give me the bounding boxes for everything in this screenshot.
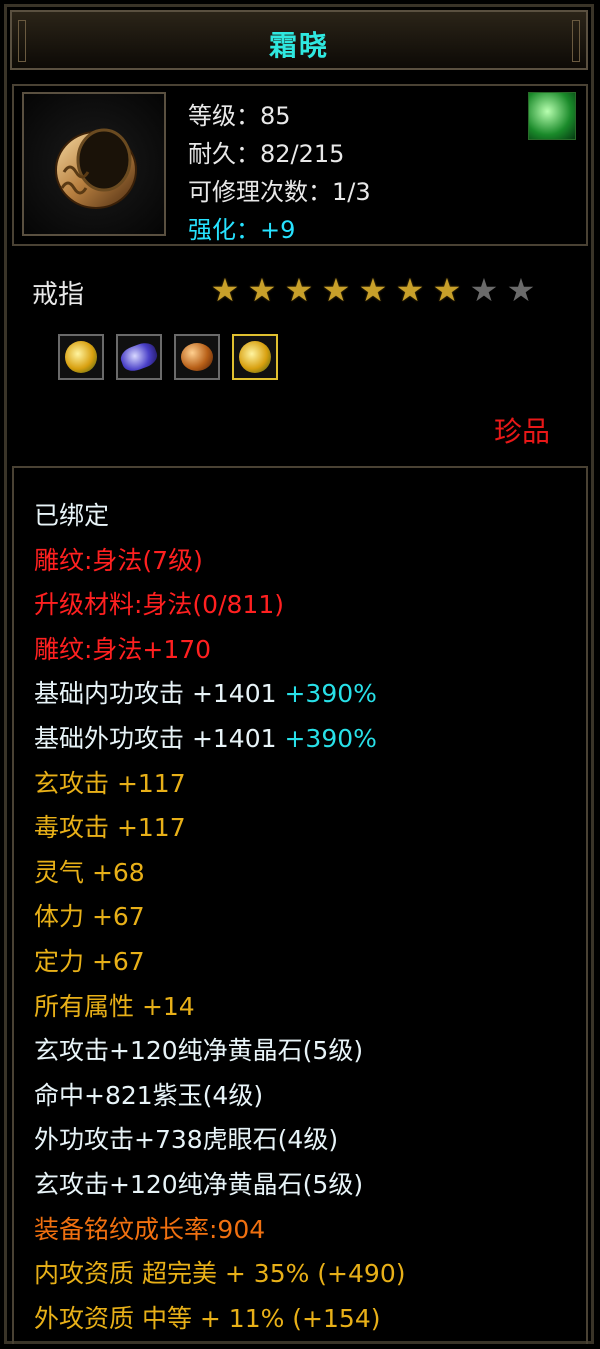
attribute-text: 装备铭纹成长率:904 bbox=[34, 1214, 266, 1244]
attribute-bonus: +390% bbox=[284, 723, 377, 753]
green-gem-icon bbox=[528, 92, 576, 140]
yellow-crystal-gem-icon bbox=[239, 341, 271, 373]
gem-socket[interactable] bbox=[116, 334, 162, 380]
item-name: 霜晓 bbox=[268, 29, 329, 62]
star-rating: ★ ★ ★ ★ ★ ★ ★ ★ ★ bbox=[207, 272, 539, 308]
attribute-line: 定力 +67 bbox=[34, 940, 405, 985]
attribute-text: 升级材料:身法(0/811) bbox=[34, 590, 284, 620]
attribute-text: 玄攻击 +117 bbox=[34, 768, 186, 798]
tiger-eye-gem-icon bbox=[181, 343, 213, 371]
attribute-bonus: +390% bbox=[284, 679, 377, 709]
attribute-line: 外攻资质 中等 + 11% (+154) bbox=[34, 1297, 405, 1342]
attribute-line: 基础外功攻击 +1401 +390% bbox=[34, 717, 405, 762]
attribute-line: 已绑定 bbox=[34, 494, 405, 539]
attribute-text: 外功攻击+738虎眼石(4级) bbox=[34, 1125, 339, 1155]
attribute-line: 装备铭纹成长率:904 bbox=[34, 1208, 405, 1253]
attribute-text: 体力 +67 bbox=[34, 902, 145, 932]
attribute-text: 雕纹:身法(7级) bbox=[34, 545, 203, 575]
rarity-label: 珍品 bbox=[493, 415, 550, 448]
star-filled-icon: ★ bbox=[321, 271, 351, 309]
attribute-line: 命中+821紫玉(4级) bbox=[34, 1074, 405, 1119]
item-type: 戒指 bbox=[32, 280, 85, 310]
attribute-list: 已绑定雕纹:身法(7级) 升级材料:身法(0/811) 雕纹:身法+170 基础内功攻… bbox=[34, 494, 405, 1341]
star-filled-icon: ★ bbox=[358, 271, 388, 309]
star-empty-icon: ★ bbox=[469, 271, 499, 309]
attribute-line: 内攻资质 超完美 + 35% (+490) bbox=[34, 1252, 405, 1297]
attribute-text: 内攻资质 超完美 + 35% (+490) bbox=[34, 1259, 406, 1289]
gem-socket[interactable] bbox=[174, 334, 220, 380]
attribute-line: 灵气 +68 bbox=[34, 851, 405, 896]
star-empty-icon: ★ bbox=[506, 271, 536, 309]
attribute-line: 雕纹:身法+170 bbox=[34, 628, 405, 673]
purple-jade-gem-icon bbox=[117, 339, 161, 375]
attribute-text: 雕纹:身法+170 bbox=[34, 634, 212, 664]
attribute-text: 命中+821紫玉(4级) bbox=[34, 1080, 264, 1110]
star-filled-icon: ★ bbox=[210, 271, 240, 309]
star-filled-icon: ★ bbox=[247, 271, 277, 309]
attribute-text: 基础内功攻击 +1401 bbox=[34, 679, 285, 709]
attribute-text: 所有属性 +14 bbox=[34, 991, 195, 1021]
yellow-crystal-gem-icon bbox=[65, 341, 97, 373]
attribute-text: 玄攻击+120纯净黄晶石(5级) bbox=[34, 1169, 364, 1199]
attribute-text: 基础外功攻击 +1401 bbox=[34, 723, 285, 753]
attribute-line: 外功攻击+738虎眼石(4级) bbox=[34, 1118, 405, 1163]
enhance-stat: 强化：+9 bbox=[188, 216, 296, 244]
attribute-text: 毒攻击 +117 bbox=[34, 813, 186, 843]
attribute-text: 外攻资质 中等 + 11% (+154) bbox=[34, 1303, 381, 1333]
gem-socket[interactable] bbox=[58, 334, 104, 380]
attribute-line: 雕纹:身法(7级) bbox=[34, 539, 405, 584]
level-stat: 等级：85 bbox=[188, 102, 291, 130]
attribute-text: 已绑定 bbox=[34, 501, 110, 530]
attribute-line: 所有属性 +14 bbox=[34, 985, 405, 1030]
attribute-line: 玄攻击 +117 bbox=[34, 762, 405, 807]
attribute-line: 体力 +67 bbox=[34, 895, 405, 940]
repair-count-stat: 可修理次数：1/3 bbox=[188, 178, 371, 206]
attribute-line: 毒攻击 +117 bbox=[34, 806, 405, 851]
item-icon-frame bbox=[22, 92, 166, 236]
attribute-line: 升级材料:身法(0/811) bbox=[34, 583, 405, 628]
attribute-text: 玄攻击+120纯净黄晶石(5级) bbox=[34, 1036, 364, 1066]
attribute-line: 玄攻击+120纯净黄晶石(5级) bbox=[34, 1163, 405, 1208]
attribute-line: 基础内功攻击 +1401 +390% bbox=[34, 672, 405, 717]
ring-icon bbox=[55, 128, 137, 209]
attribute-text: 灵气 +68 bbox=[34, 857, 145, 887]
star-filled-icon: ★ bbox=[395, 271, 425, 309]
star-filled-icon: ★ bbox=[432, 271, 462, 309]
gem-sockets bbox=[58, 334, 278, 380]
gem-socket[interactable] bbox=[232, 334, 278, 380]
attribute-line: 玄攻击+120纯净黄晶石(5级) bbox=[34, 1029, 405, 1074]
title-bar: 霜晓 bbox=[10, 10, 588, 70]
star-filled-icon: ★ bbox=[284, 271, 314, 309]
attribute-text: 定力 +67 bbox=[34, 946, 145, 976]
durability-stat: 耐久：82/215 bbox=[188, 140, 345, 168]
